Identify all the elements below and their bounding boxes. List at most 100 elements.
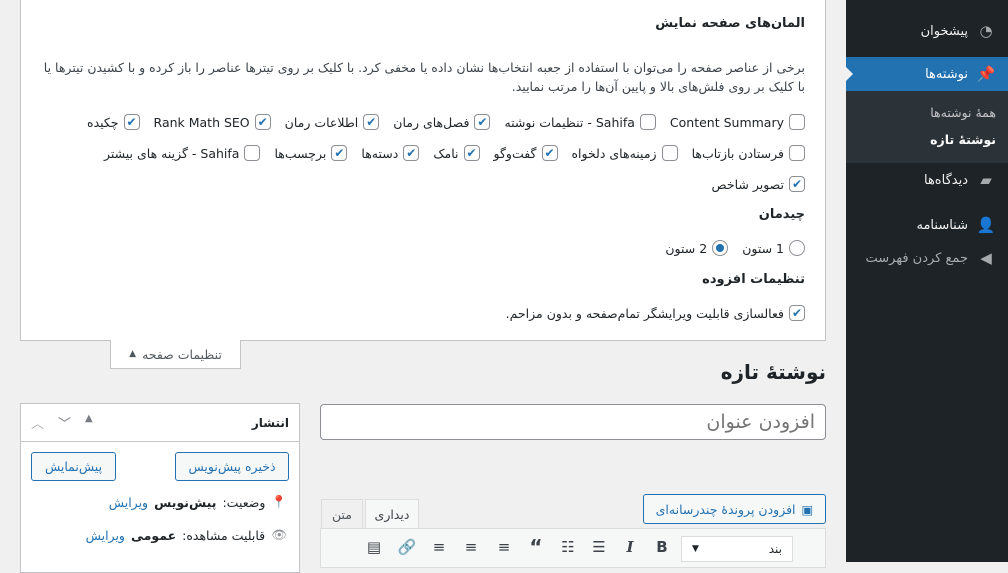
screen-option-checkbox[interactable]: فرستادن بازتاب‌ها	[692, 145, 805, 161]
admin-sidebar: ◔ پیشخوان 📌 نوشته‌ها همهٔ نوشته‌ها نوشتهٔ …	[845, 0, 1008, 562]
user-icon: 👤	[976, 216, 996, 234]
checkbox[interactable]: ✔	[474, 114, 491, 130]
add-media-button[interactable]: ▣ افزودن پروندهٔ چندرسانه‌ای	[643, 494, 826, 524]
edit-visibility-link[interactable]: ویرایش	[86, 528, 125, 543]
align-center-icon[interactable]: ≡	[460, 537, 482, 557]
arrow-up-icon: ▲	[129, 349, 137, 359]
screen-option-checkbox[interactable]: ✔ نامک	[433, 145, 480, 161]
checkbox[interactable]	[789, 114, 805, 130]
checkbox[interactable]: ✔	[463, 145, 480, 161]
blockquote-icon[interactable]: “	[525, 535, 547, 559]
fullscreen-editor-checkbox[interactable]: ✔ فعالسازی قابلیت ویرایشگر تمام‌صفحه و بد…	[506, 305, 805, 321]
checkbox-label: دسته‌ها	[361, 145, 399, 161]
tab-text[interactable]: متن	[321, 499, 363, 529]
checkbox[interactable]: ✔	[331, 145, 348, 161]
tab-visual[interactable]: دیداری	[365, 499, 419, 529]
status-value: پیش‌نویس	[154, 494, 217, 510]
layout-1-column-radio[interactable]: 1 ستون	[742, 240, 805, 256]
align-right-icon[interactable]: ≡	[428, 537, 450, 557]
checkbox[interactable]: ✔	[541, 145, 558, 161]
screen-option-checkbox[interactable]: Sahifa - گزینه های بیشتر	[104, 145, 261, 161]
screen-option-checkbox[interactable]: ✔ چکیده	[87, 114, 140, 130]
checkbox-label: Sahifa - گزینه های بیشتر	[103, 145, 240, 161]
screen-option-checkbox[interactable]: ✔ Rank Math SEO	[154, 114, 271, 130]
dropdown-arrow-icon: ▼	[692, 544, 699, 554]
checkbox-label: فصل‌های رمان	[393, 114, 470, 130]
collapse-menu-button[interactable]: ◀ جمع کردن فهرست	[846, 241, 1008, 275]
checkbox[interactable]: ✔	[363, 114, 380, 130]
sidebar-item-dashboard[interactable]: ◔ پیشخوان	[846, 14, 1008, 48]
move-up-icon[interactable]: ︿	[31, 413, 44, 432]
checkbox[interactable]	[639, 114, 656, 130]
page-title: نوشتهٔ تازه	[720, 360, 826, 384]
screen-options-row: Content Summary Sahifa - تنظیمات نوشته ✔ فص…	[41, 114, 805, 130]
checkbox-label: گفت‌وگو	[493, 145, 537, 161]
radio[interactable]	[712, 240, 729, 256]
submenu-new-post[interactable]: نوشتهٔ تازه	[930, 132, 996, 147]
checkbox[interactable]: ✔	[123, 114, 140, 130]
edit-status-link[interactable]: ویرایش	[109, 495, 148, 510]
checkbox-label: نامک	[433, 145, 459, 161]
checkbox-label: چکیده	[87, 114, 119, 130]
format-select[interactable]: بند ▼	[681, 536, 793, 562]
checkbox-label: فرستادن بازتاب‌ها	[691, 145, 784, 161]
checkbox-label: Content Summary	[669, 114, 784, 130]
screen-option-checkbox[interactable]: ✔ تصویر شاخص	[712, 176, 805, 192]
screen-option-checkbox[interactable]: ✔ گفت‌وگو	[494, 145, 558, 161]
collapse-icon: ◀	[980, 249, 992, 267]
sidebar-item-comments[interactable]: ▰ دیدگاه‌ها	[846, 163, 1008, 197]
screen-option-checkbox[interactable]: ✔ فصل‌های رمان	[393, 114, 491, 130]
screen-option-checkbox[interactable]: ✔ برچسب‌ها	[274, 145, 348, 161]
preview-button[interactable]: پیش‌نمایش	[31, 452, 116, 481]
layout-2-column-radio[interactable]: 2 ستون	[665, 240, 729, 256]
screen-options-toggle[interactable]: تنظیمات صفحه ▲	[110, 340, 241, 369]
pin-icon: 📌	[976, 65, 996, 83]
checkbox[interactable]: ✔	[789, 305, 805, 321]
checkbox[interactable]: ✔	[254, 114, 271, 130]
checkbox[interactable]: ✔	[789, 176, 805, 192]
radio[interactable]	[789, 240, 805, 256]
visibility-value: عمومی	[130, 527, 177, 543]
checkbox-label: Rank Math SEO	[153, 114, 250, 130]
read-more-icon[interactable]: ▤	[363, 537, 385, 557]
posts-submenu: همهٔ نوشته‌ها نوشتهٔ تازه	[846, 91, 1008, 163]
media-icon: ▣	[801, 501, 814, 517]
post-title-input[interactable]	[320, 404, 826, 440]
publish-box-title: انتشار	[251, 415, 289, 430]
checkbox[interactable]	[789, 145, 805, 161]
publish-box: انتشار ︿ ﹀ ▲ ذخیره پیش‌نویس پیش‌نمایش 📍 و…	[20, 403, 300, 573]
toggle-panel-icon[interactable]: ▲	[85, 413, 93, 432]
screen-option-checkbox[interactable]: زمینه‌های دلخواه	[572, 145, 678, 161]
comment-icon: ▰	[980, 171, 992, 189]
sidebar-item-posts[interactable]: 📌 نوشته‌ها	[845, 57, 1008, 91]
checkbox[interactable]: ✔	[403, 145, 420, 161]
screen-option-checkbox[interactable]: ✔ اطلاعات رمان	[285, 114, 380, 130]
checkbox-label: اطلاعات رمان	[284, 114, 359, 130]
screen-option-checkbox[interactable]: ✔ دسته‌ها	[361, 145, 420, 161]
italic-icon[interactable]: I	[619, 537, 641, 557]
screen-options-row: فرستادن بازتاب‌ها زمینه‌های دلخواه ✔ گفت‌وگ…	[41, 145, 805, 161]
checkbox-label: زمینه‌های دلخواه	[571, 145, 657, 161]
align-left-icon[interactable]: ≡	[493, 537, 515, 557]
checkbox[interactable]	[244, 145, 261, 161]
submenu-all-posts[interactable]: همهٔ نوشته‌ها	[930, 105, 996, 120]
eye-icon: 👁	[271, 527, 287, 542]
bold-icon[interactable]: B	[651, 537, 673, 557]
screen-options-row: ✔ تصویر شاخص	[41, 176, 805, 192]
save-draft-button[interactable]: ذخیره پیش‌نویس	[175, 452, 289, 481]
layout-heading: چیدمان	[758, 207, 805, 222]
checkbox-label: تصویر شاخص	[711, 176, 784, 192]
bullet-list-icon[interactable]: ☰	[588, 537, 610, 557]
pin-icon: 📍	[271, 494, 287, 509]
dashboard-icon: ◔	[979, 22, 993, 40]
move-down-icon[interactable]: ﹀	[58, 413, 71, 432]
screen-elements-heading: المان‌های صفحه نمایش	[655, 16, 805, 31]
link-icon[interactable]: 🔗	[396, 537, 418, 557]
sidebar-item-profile[interactable]: 👤 شناسنامه	[846, 208, 1008, 242]
editor-toolbar: بند ▼ B I ☰ ☷ “ ≡ ≡ ≡ 🔗 ▤	[320, 528, 826, 568]
checkbox[interactable]	[661, 145, 678, 161]
numbered-list-icon[interactable]: ☷	[557, 537, 579, 557]
extra-settings-heading: تنظیمات افزوده	[702, 272, 805, 287]
screen-option-checkbox[interactable]: Sahifa - تنظیمات نوشته	[504, 114, 656, 130]
screen-option-checkbox[interactable]: Content Summary	[670, 114, 805, 130]
